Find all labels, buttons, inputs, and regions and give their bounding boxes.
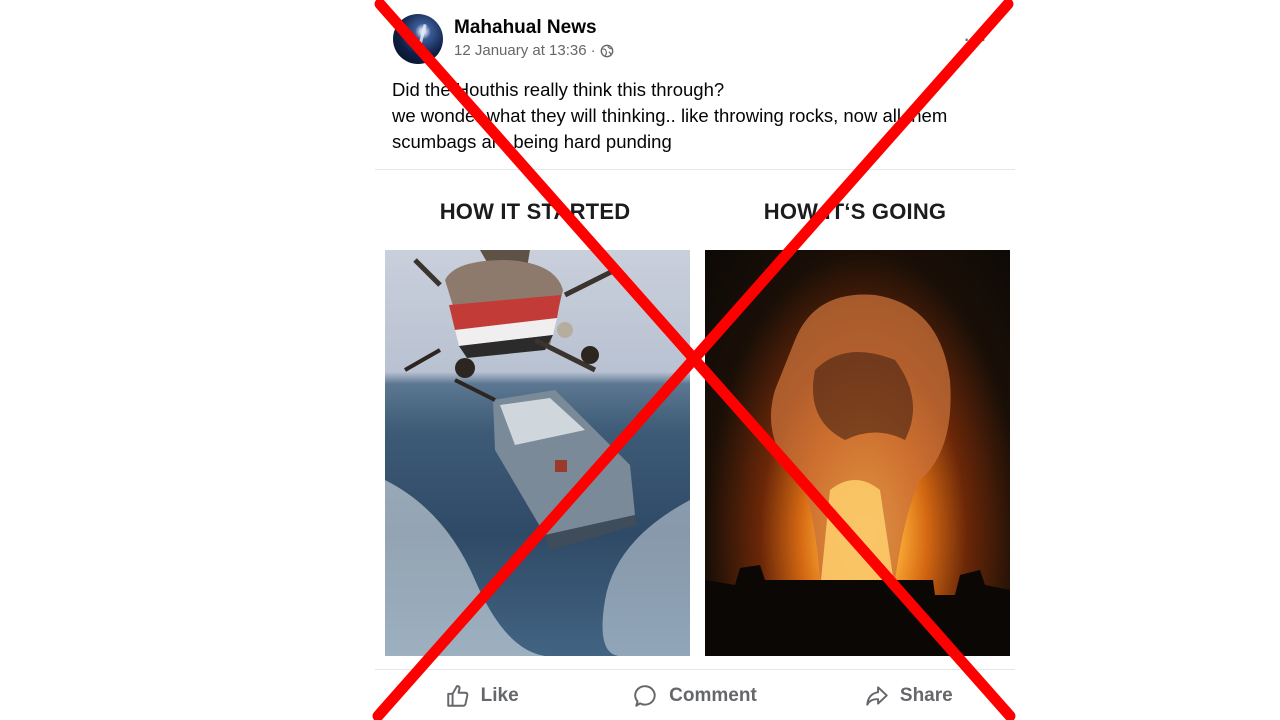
author-avatar[interactable]: [393, 14, 443, 64]
post-text-line: scumbags are being hard punding: [392, 131, 672, 152]
like-button[interactable]: Like: [375, 671, 588, 720]
share-icon: [866, 685, 888, 706]
comment-button[interactable]: Comment: [588, 671, 801, 720]
comment-label: Comment: [669, 684, 757, 706]
night-explosion-photo: [705, 250, 1010, 656]
share-button[interactable]: Share: [802, 671, 1015, 720]
left-caption: HOW IT STARTED: [439, 199, 631, 224]
post-text: Did the Houthis really think this throug…: [392, 77, 1002, 155]
helicopter-over-ship-photo: [385, 250, 690, 656]
post-meta: 12 January at 13:36 ·: [454, 42, 614, 59]
post-text-line: Did the Houthis really think this throug…: [392, 79, 725, 100]
author-name[interactable]: Mahahual News: [454, 17, 597, 39]
meta-separator: ·: [590, 42, 596, 59]
divider: [375, 669, 1015, 670]
comment-icon: [634, 684, 656, 707]
right-caption: HOW IT‘S GOING: [763, 199, 947, 224]
like-icon: [446, 684, 468, 707]
like-label: Like: [480, 684, 519, 706]
facebook-post: Mahahual News 12 January at 13:36 · ··· …: [375, 0, 1015, 720]
globe-icon: [600, 44, 613, 57]
post-timestamp[interactable]: 12 January at 13:36: [454, 42, 587, 59]
post-text-line: we wonder what they will thinking.. like…: [392, 105, 948, 126]
meme-image[interactable]: HOW IT STARTED HOW IT‘S GOING: [375, 171, 1015, 668]
more-options-icon[interactable]: ···: [963, 26, 988, 52]
share-label: Share: [899, 684, 953, 706]
post-actions: Like Comment Share: [375, 671, 1015, 720]
divider: [375, 169, 1015, 170]
